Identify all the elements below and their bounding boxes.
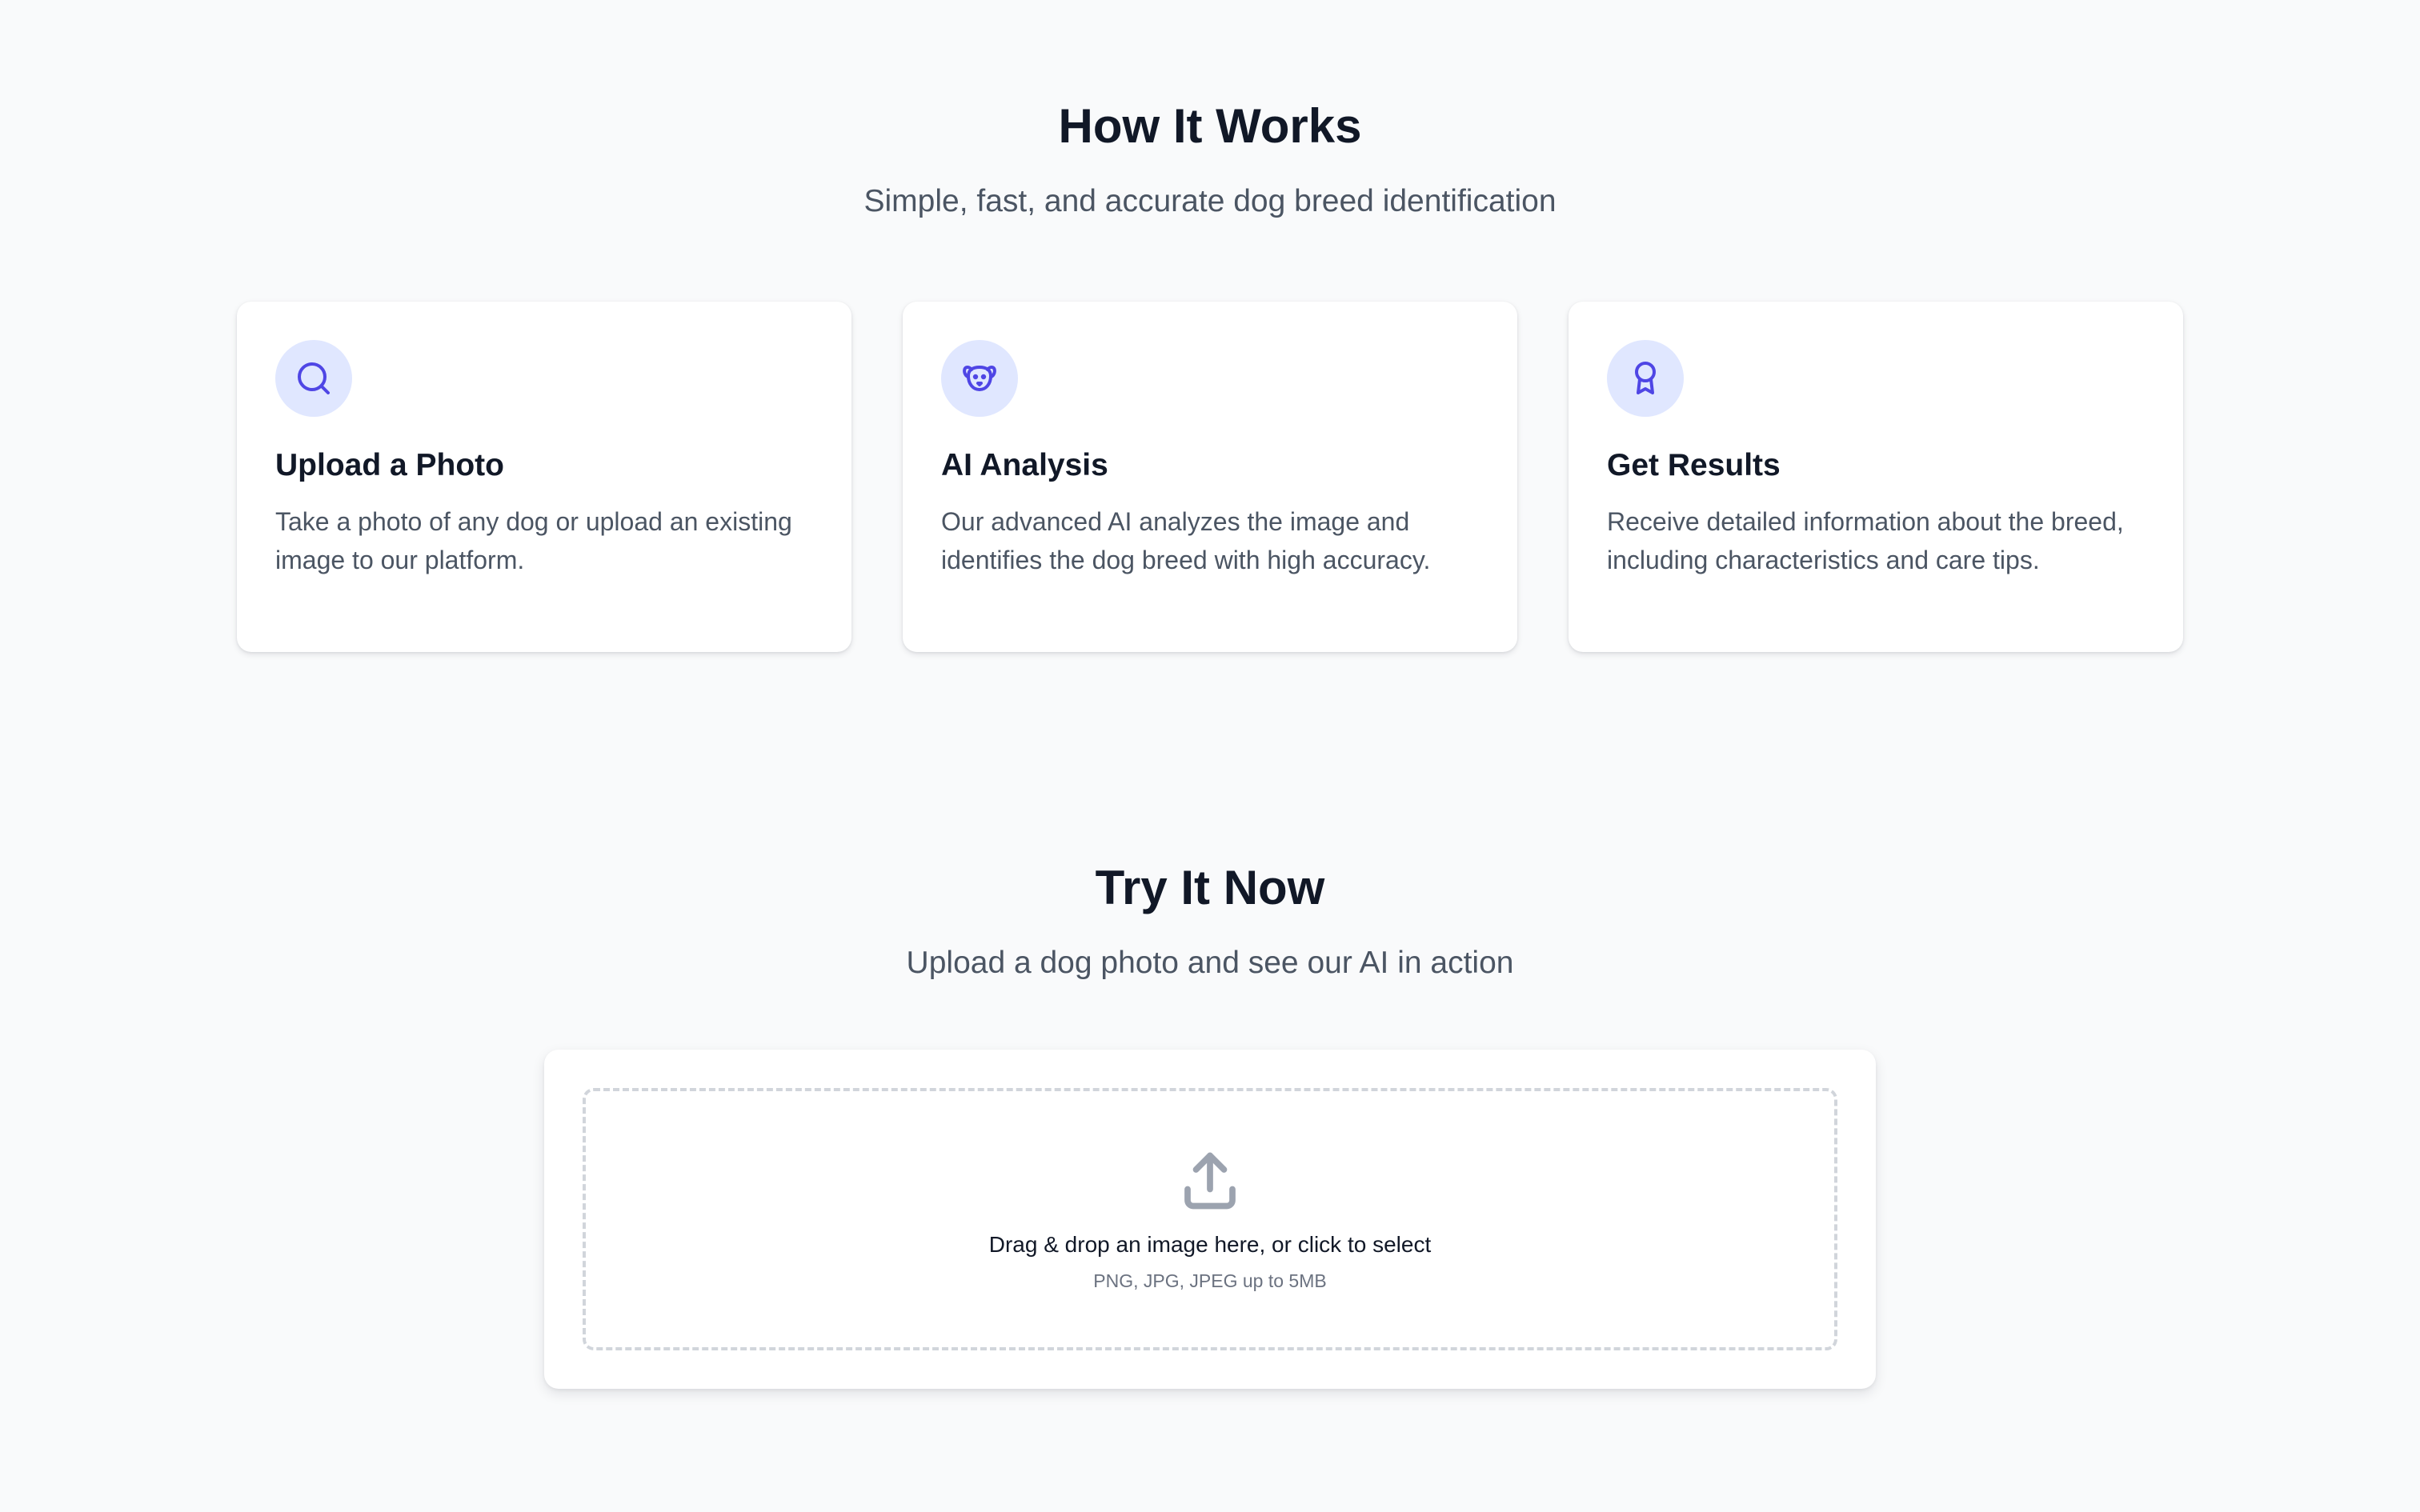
award-icon (1607, 340, 1684, 417)
dropzone-label: Drag & drop an image here, or click to s… (988, 1232, 1432, 1257)
step-card-title: AI Analysis (941, 448, 1108, 482)
how-it-works-title: How It Works (1058, 99, 1362, 153)
search-icon (275, 340, 352, 417)
dog-icon (941, 340, 1018, 417)
image-dropzone[interactable]: Drag & drop an image here, or click to s… (583, 1088, 1837, 1350)
step-card-title: Get Results (1607, 448, 1781, 482)
step-card-description: Take a photo of any dog or upload an exi… (275, 506, 792, 574)
upload-icon (1184, 1152, 1236, 1210)
page: How It Works Simple, fast, and accurate … (0, 0, 2420, 1512)
step-card-description: Receive detailed information about the b… (1607, 506, 2124, 574)
step-card-title: Upload a Photo (275, 448, 504, 482)
how-it-works-section: How It Works Simple, fast, and accurate … (0, 0, 2420, 720)
upload-card: Drag & drop an image here, or click to s… (544, 1050, 1876, 1389)
step-card-results: Get Results Receive detailed information… (1569, 302, 2183, 652)
step-card-upload: Upload a Photo Take a photo of any dog o… (237, 302, 851, 652)
steps-list: Upload a Photo Take a photo of any dog o… (237, 302, 2183, 652)
dropzone-hint: PNG, JPG, JPEG up to 5MB (1093, 1270, 1327, 1291)
try-it-now-subtitle: Upload a dog photo and see our AI in act… (906, 946, 1514, 980)
how-it-works-subtitle: Simple, fast, and accurate dog breed ide… (863, 184, 1557, 218)
step-card-description: Our advanced AI analyzes the image and i… (941, 506, 1431, 574)
step-card-analysis: AI Analysis Our advanced AI analyzes the… (903, 302, 1517, 652)
try-it-now-title: Try It Now (1095, 861, 1325, 914)
